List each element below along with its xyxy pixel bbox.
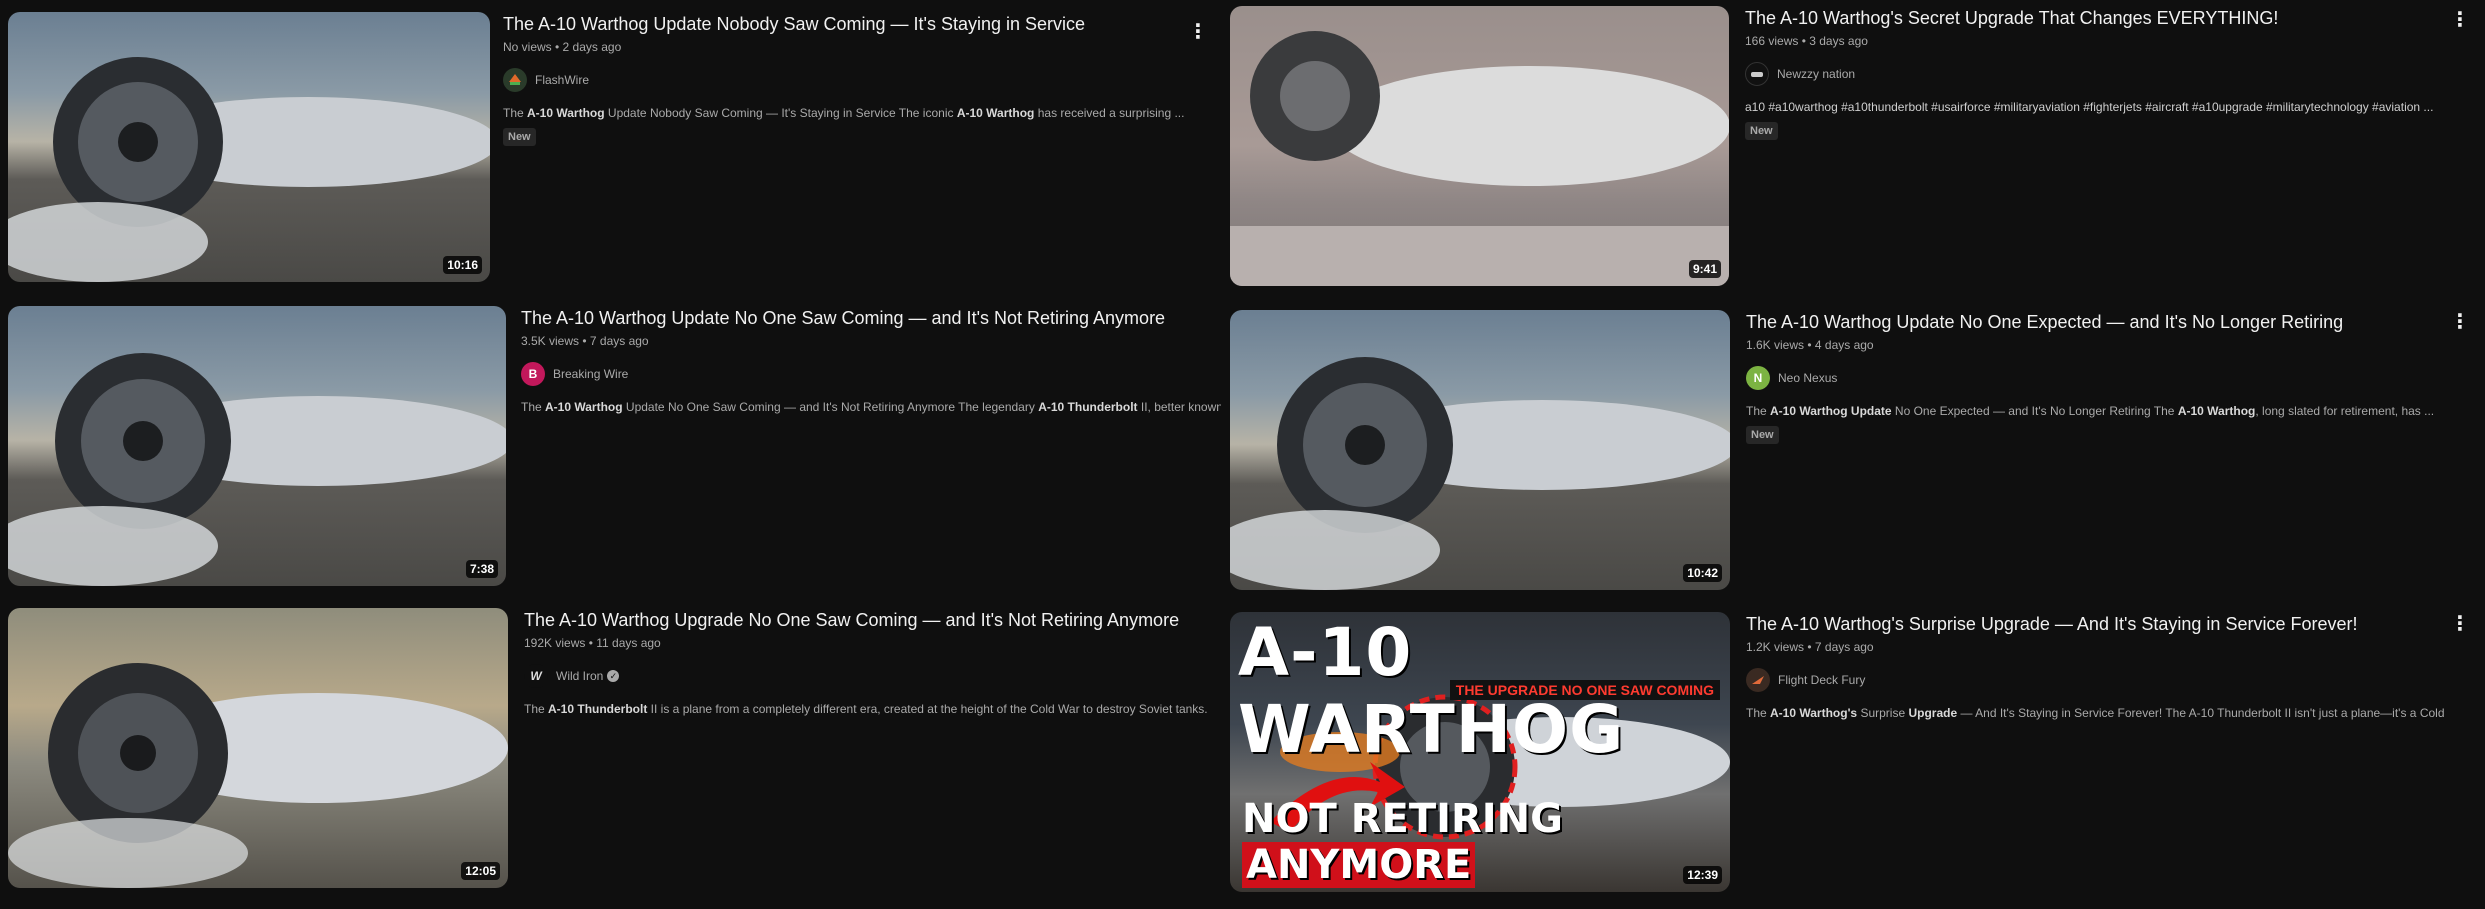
channel-name[interactable]: Breaking Wire [553,367,628,381]
channel-name[interactable]: Neo Nexus [1778,371,1837,385]
video-stats: 1.2K views • 7 days ago [1746,640,1874,654]
video-duration: 7:38 [465,560,498,578]
video-description: The A-10 Warthog Update Nobody Saw Comin… [503,106,1185,120]
video-card[interactable]: A-10 WARTHOG THE UPGRADE NO ONE SAW COMI… [1230,612,2475,892]
video-card[interactable]: 7:38 The A-10 Warthog Update No One Saw … [8,306,1221,586]
video-description: The A-10 Warthog Update No One Saw Comin… [521,400,1221,414]
more-options-icon[interactable]: ⋮ [2448,8,2472,32]
channel-avatar[interactable]: W [524,664,548,688]
video-duration: 10:42 [1683,564,1722,582]
video-thumbnail[interactable]: 7:38 [8,306,506,586]
aircraft-image [8,663,508,888]
aircraft-image [1230,31,1729,286]
video-thumbnail[interactable]: 10:42 [1230,310,1730,590]
channel-avatar[interactable] [1745,62,1769,86]
video-stats: 1.6K views • 4 days ago [1746,338,1874,352]
video-stats: 192K views • 11 days ago [524,636,661,650]
video-card[interactable]: 10:16 The A-10 Warthog Update Nobody Saw… [8,12,1208,292]
channel-name[interactable]: FlashWire [535,73,589,87]
jet-logo-icon [1752,676,1764,684]
video-title[interactable]: The A-10 Warthog Upgrade No One Saw Comi… [524,608,1224,632]
channel-avatar[interactable] [503,68,527,92]
more-options-icon[interactable]: ⋮ [2448,310,2472,334]
channel-avatar[interactable] [1746,668,1770,692]
video-thumbnail[interactable]: 9:41 [1230,6,1729,286]
aircraft-image [1230,357,1730,590]
video-description: The A-10 Warthog's Surprise Upgrade — An… [1746,706,2446,720]
thumbnail-subhead: THE UPGRADE NO ONE SAW COMING [1449,680,1720,700]
new-badge: New [1745,122,1778,140]
thumbnail-bottom-text: NOT RETIRING ANYMORE [1242,796,1563,888]
video-title[interactable]: The A-10 Warthog Update No One Expected … [1746,310,2446,334]
video-thumbnail[interactable]: 10:16 [8,12,490,282]
channel-link[interactable]: N Neo Nexus [1746,366,2446,390]
video-description: a10 #a10warthog #a10thunderbolt #usairfo… [1745,100,2434,114]
new-badge: New [1746,426,1779,444]
video-stats: 166 views • 3 days ago [1745,34,1868,48]
video-duration: 9:41 [1688,260,1721,278]
video-description: The A-10 Thunderbolt II is a plane from … [524,702,1208,716]
video-title[interactable]: The A-10 Warthog Update Nobody Saw Comin… [503,12,1203,36]
video-thumbnail[interactable]: 12:05 [8,608,508,888]
channel-link[interactable]: Newzzy nation [1745,62,2445,86]
channel-avatar[interactable]: N [1746,366,1770,390]
new-badge: New [503,128,536,146]
verified-icon: ✓ [607,670,620,682]
channel-link[interactable]: FlashWire [503,68,1203,92]
video-title[interactable]: The A-10 Warthog's Secret Upgrade That C… [1745,6,2445,30]
aircraft-image [8,353,506,586]
aircraft-image [8,57,490,282]
video-card[interactable]: 9:41 The A-10 Warthog's Secret Upgrade T… [1230,6,2475,286]
video-title[interactable]: The A-10 Warthog Update No One Saw Comin… [521,306,1221,330]
car-logo-icon [1751,72,1763,77]
flash-logo-icon [509,74,521,85]
channel-link[interactable]: Flight Deck Fury [1746,668,2446,692]
video-description: The A-10 Warthog Update No One Expected … [1746,404,2435,418]
video-title[interactable]: The A-10 Warthog's Surprise Upgrade — An… [1746,612,2446,636]
video-duration: 12:39 [1683,866,1722,884]
channel-name[interactable]: Newzzy nation [1777,67,1855,81]
video-card[interactable]: 12:05 The A-10 Warthog Upgrade No One Sa… [8,608,1208,888]
channel-link[interactable]: B Breaking Wire [521,362,1221,386]
more-options-icon[interactable]: ⋮ [1186,20,1210,44]
video-card[interactable]: 10:42 The A-10 Warthog Update No One Exp… [1230,310,2475,590]
channel-avatar[interactable]: B [521,362,545,386]
video-duration: 12:05 [461,862,500,880]
video-stats: No views • 2 days ago [503,40,622,54]
channel-name[interactable]: Flight Deck Fury [1778,673,1865,687]
video-thumbnail[interactable]: A-10 WARTHOG THE UPGRADE NO ONE SAW COMI… [1230,612,1730,892]
video-stats: 3.5K views • 7 days ago [521,334,649,348]
more-options-icon[interactable]: ⋮ [2448,612,2472,636]
channel-name[interactable]: Wild Iron [556,669,603,683]
video-duration: 10:16 [443,256,482,274]
channel-link[interactable]: W Wild Iron ✓ [524,664,1224,688]
